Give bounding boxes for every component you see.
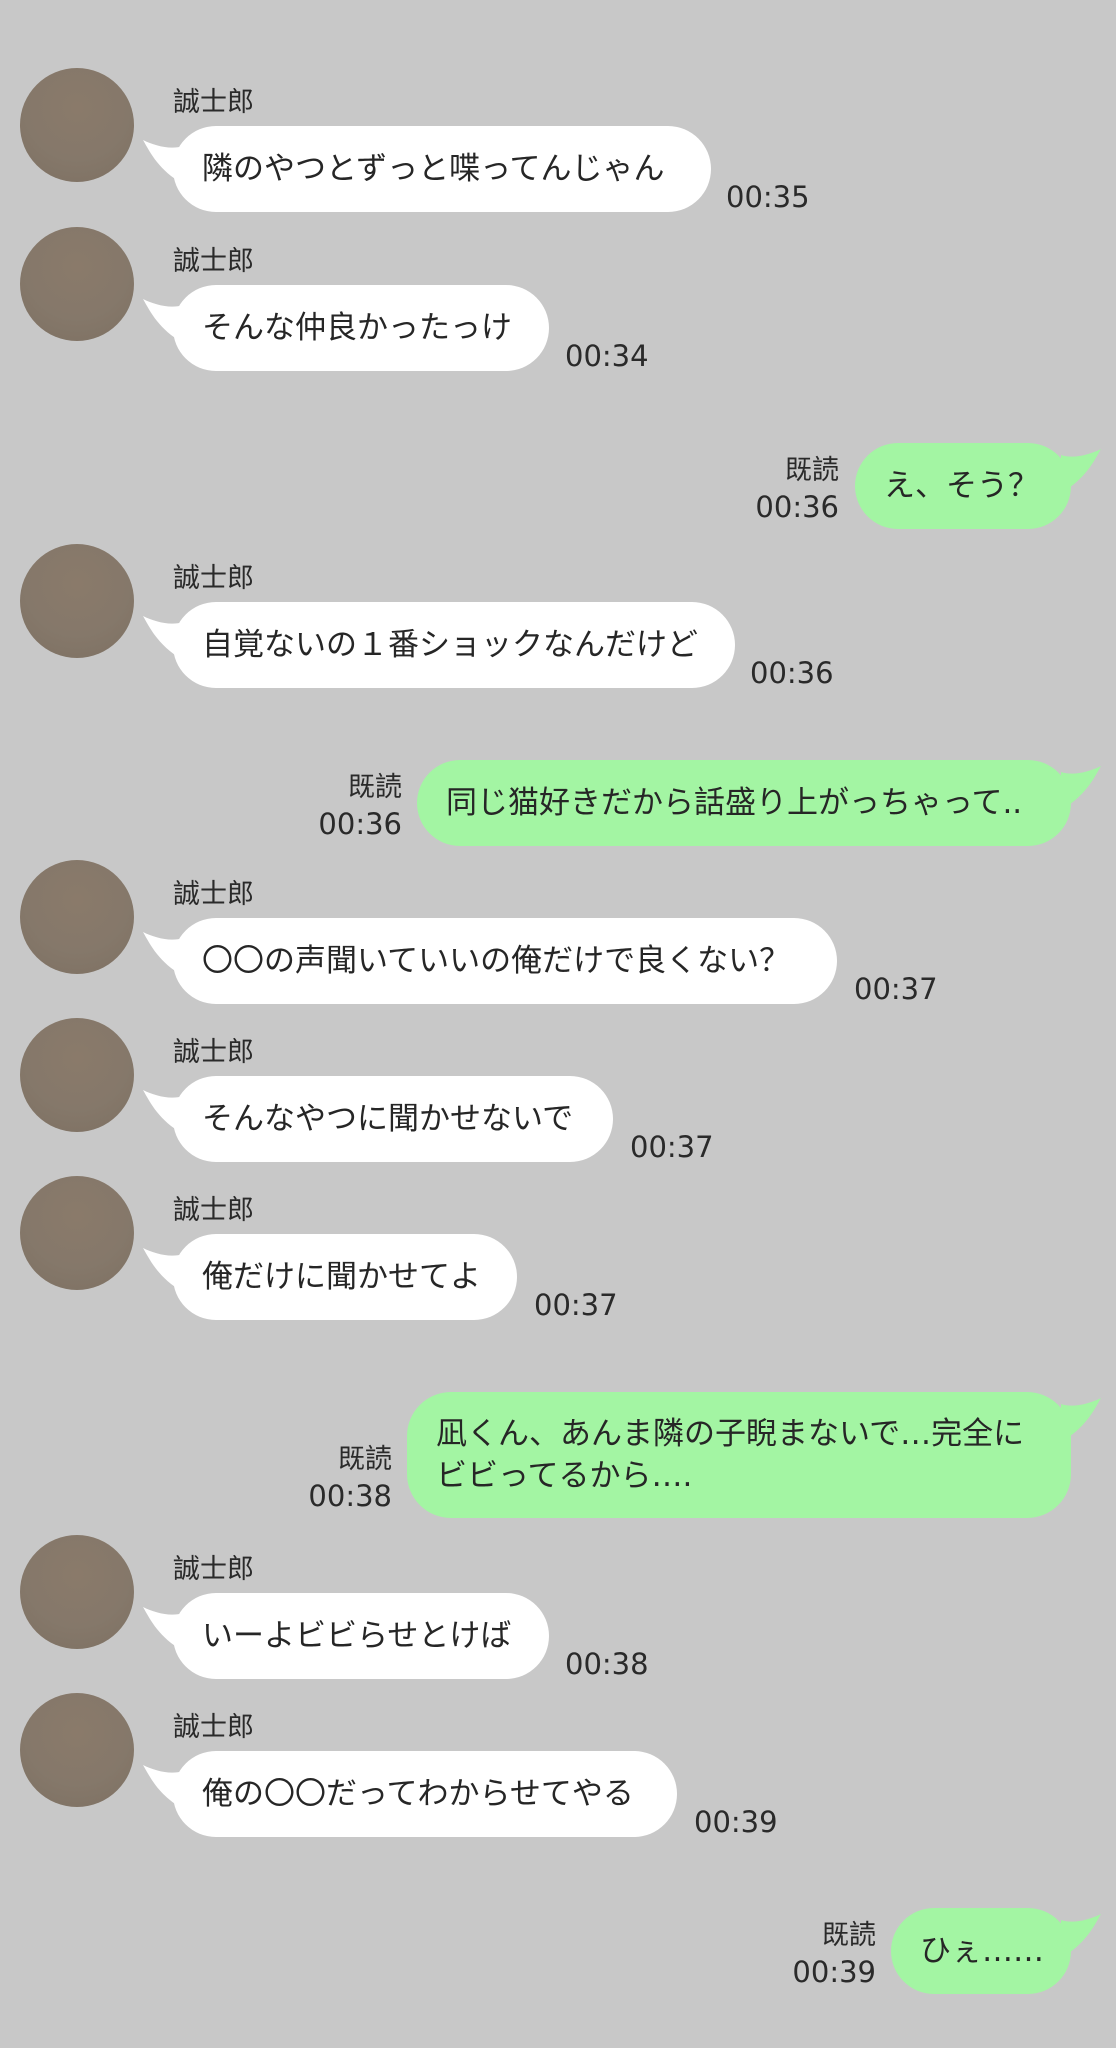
message-bubble[interactable]: そんな仲良かったっけ (173, 285, 549, 371)
message-bubble[interactable]: いーよビビらせとけば (173, 1593, 549, 1679)
message-meta: 既読 00:36 (755, 453, 839, 525)
bubble-tail (1061, 766, 1101, 810)
message-bubble[interactable]: 〇〇の声聞いていいの俺だけで良くない？ (173, 918, 837, 1004)
avatar[interactable] (20, 544, 134, 658)
avatar[interactable] (20, 1693, 134, 1807)
message-text: 俺の〇〇だってわからせてやる (202, 1776, 634, 1812)
message-bubble[interactable]: 同じ猫好きだから話盛り上がっちゃって.. (417, 760, 1071, 846)
message-time: 00:37 (630, 1130, 714, 1164)
message-time: 00:36 (755, 490, 839, 524)
message-time: 00:36 (750, 656, 834, 690)
message-time: 00:36 (318, 807, 402, 841)
avatar[interactable] (20, 1176, 134, 1290)
message-time: 00:38 (308, 1479, 392, 1513)
message-time: 00:39 (792, 1955, 876, 1989)
message-time: 00:38 (565, 1647, 649, 1681)
avatar[interactable] (20, 227, 134, 341)
chat-thread[interactable]: 誠士郎 隣のやつとずっと喋ってんじゃん 00:35 誠士郎 そんな仲良かったっけ… (0, 0, 1116, 2048)
sender-name: 誠士郎 (173, 1712, 254, 1743)
bubble-tail (1061, 449, 1101, 493)
message-text: え、そう？ (884, 468, 1039, 504)
avatar[interactable] (20, 1018, 134, 1132)
message-meta: 既読 00:39 (792, 1918, 876, 1990)
message-bubble[interactable]: 自覚ないの１番ショックなんだけど (173, 602, 735, 688)
read-status: 既読 (338, 1444, 392, 1475)
message-time: 00:39 (694, 1805, 778, 1839)
message-time: 00:34 (565, 339, 649, 373)
message-text-line: 凪くん、あんま隣の子睨まないで…完全に (436, 1416, 1025, 1452)
sender-name: 誠士郎 (173, 87, 254, 118)
message-bubble[interactable]: 俺の〇〇だってわからせてやる (173, 1751, 677, 1837)
message-text: 〇〇の声聞いていいの俺だけで良くない？ (202, 943, 791, 979)
message-bubble[interactable]: え、そう？ (855, 443, 1071, 529)
message-bubble[interactable]: 俺だけに聞かせてよ (173, 1234, 517, 1320)
message-text: 凪くん、あんま隣の子睨まないで…完全に ビビってるから…. (436, 1413, 1024, 1497)
message-text: そんなやつに聞かせないで (202, 1101, 574, 1137)
message-time: 00:35 (726, 180, 810, 214)
avatar[interactable] (20, 860, 134, 974)
sender-name: 誠士郎 (173, 1554, 254, 1585)
avatar[interactable] (20, 68, 134, 182)
message-text: ひぇ…… (920, 1933, 1044, 1969)
avatar[interactable] (20, 1535, 134, 1649)
message-bubble[interactable]: 隣のやつとずっと喋ってんじゃん (173, 126, 711, 212)
message-text: 同じ猫好きだから話盛り上がっちゃって.. (446, 785, 1023, 821)
sender-name: 誠士郎 (173, 563, 254, 594)
message-bubble[interactable]: 凪くん、あんま隣の子睨まないで…完全に ビビってるから…. (407, 1392, 1071, 1518)
read-status: 既読 (348, 772, 402, 803)
bubble-tail (1061, 1398, 1101, 1442)
message-text: 自覚ないの１番ショックなんだけど (202, 627, 698, 663)
sender-name: 誠士郎 (173, 246, 254, 277)
message-text: そんな仲良かったっけ (202, 310, 512, 346)
message-bubble[interactable]: ひぇ…… (891, 1908, 1071, 1994)
sender-name: 誠士郎 (173, 1195, 254, 1226)
message-time: 00:37 (854, 972, 938, 1006)
message-text: 俺だけに聞かせてよ (202, 1259, 481, 1295)
read-status: 既読 (822, 1920, 876, 1951)
sender-name: 誠士郎 (173, 879, 254, 910)
read-status: 既読 (785, 455, 839, 486)
bubble-tail (1061, 1914, 1101, 1958)
message-bubble[interactable]: そんなやつに聞かせないで (173, 1076, 613, 1162)
message-meta: 既読 00:38 (308, 1442, 392, 1514)
message-text-line: ビビってるから…. (436, 1458, 693, 1494)
message-text: いーよビビらせとけば (202, 1618, 512, 1654)
sender-name: 誠士郎 (173, 1037, 254, 1068)
message-time: 00:37 (534, 1288, 618, 1322)
message-text: 隣のやつとずっと喋ってんじゃん (202, 151, 665, 187)
message-meta: 既読 00:36 (318, 770, 402, 842)
